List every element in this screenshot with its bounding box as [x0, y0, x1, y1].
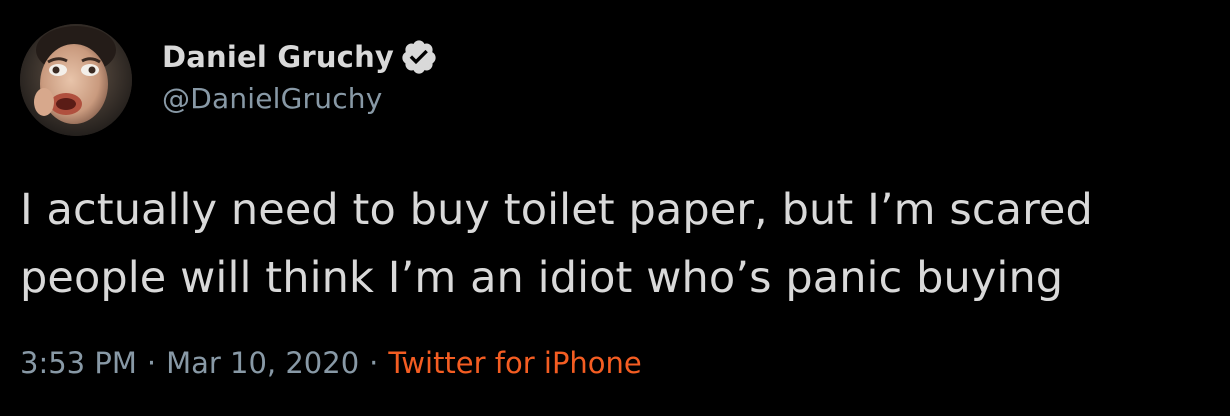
tweet-source-link[interactable]: Twitter for iPhone	[388, 346, 641, 380]
meta-separator: ·	[146, 346, 157, 380]
author-block: Daniel Gruchy @DanielGruchy	[162, 36, 438, 115]
tweet-text-line: people will think I’m an idiot who’s pan…	[20, 253, 1064, 303]
tweet-date[interactable]: Mar 10, 2020	[166, 346, 359, 380]
tweet-text: I actually need to buy toilet paper, but…	[20, 176, 1220, 312]
meta-separator: ·	[369, 346, 379, 380]
tweet-text-line: I actually need to buy toilet paper, but…	[20, 185, 1093, 235]
display-name[interactable]: Daniel Gruchy	[162, 40, 394, 74]
author-name-row: Daniel Gruchy	[162, 36, 438, 78]
avatar-image	[20, 24, 132, 136]
verified-badge-icon	[400, 38, 438, 76]
tweet-card: Daniel Gruchy @DanielGruchy I actually n…	[0, 0, 1230, 416]
tweet-time[interactable]: 3:53 PM	[20, 346, 137, 380]
tweet-meta: 3:53 PM · Mar 10, 2020 · Twitter for iPhone	[20, 346, 642, 380]
avatar[interactable]	[20, 24, 132, 136]
author-handle[interactable]: @DanielGruchy	[162, 82, 438, 115]
